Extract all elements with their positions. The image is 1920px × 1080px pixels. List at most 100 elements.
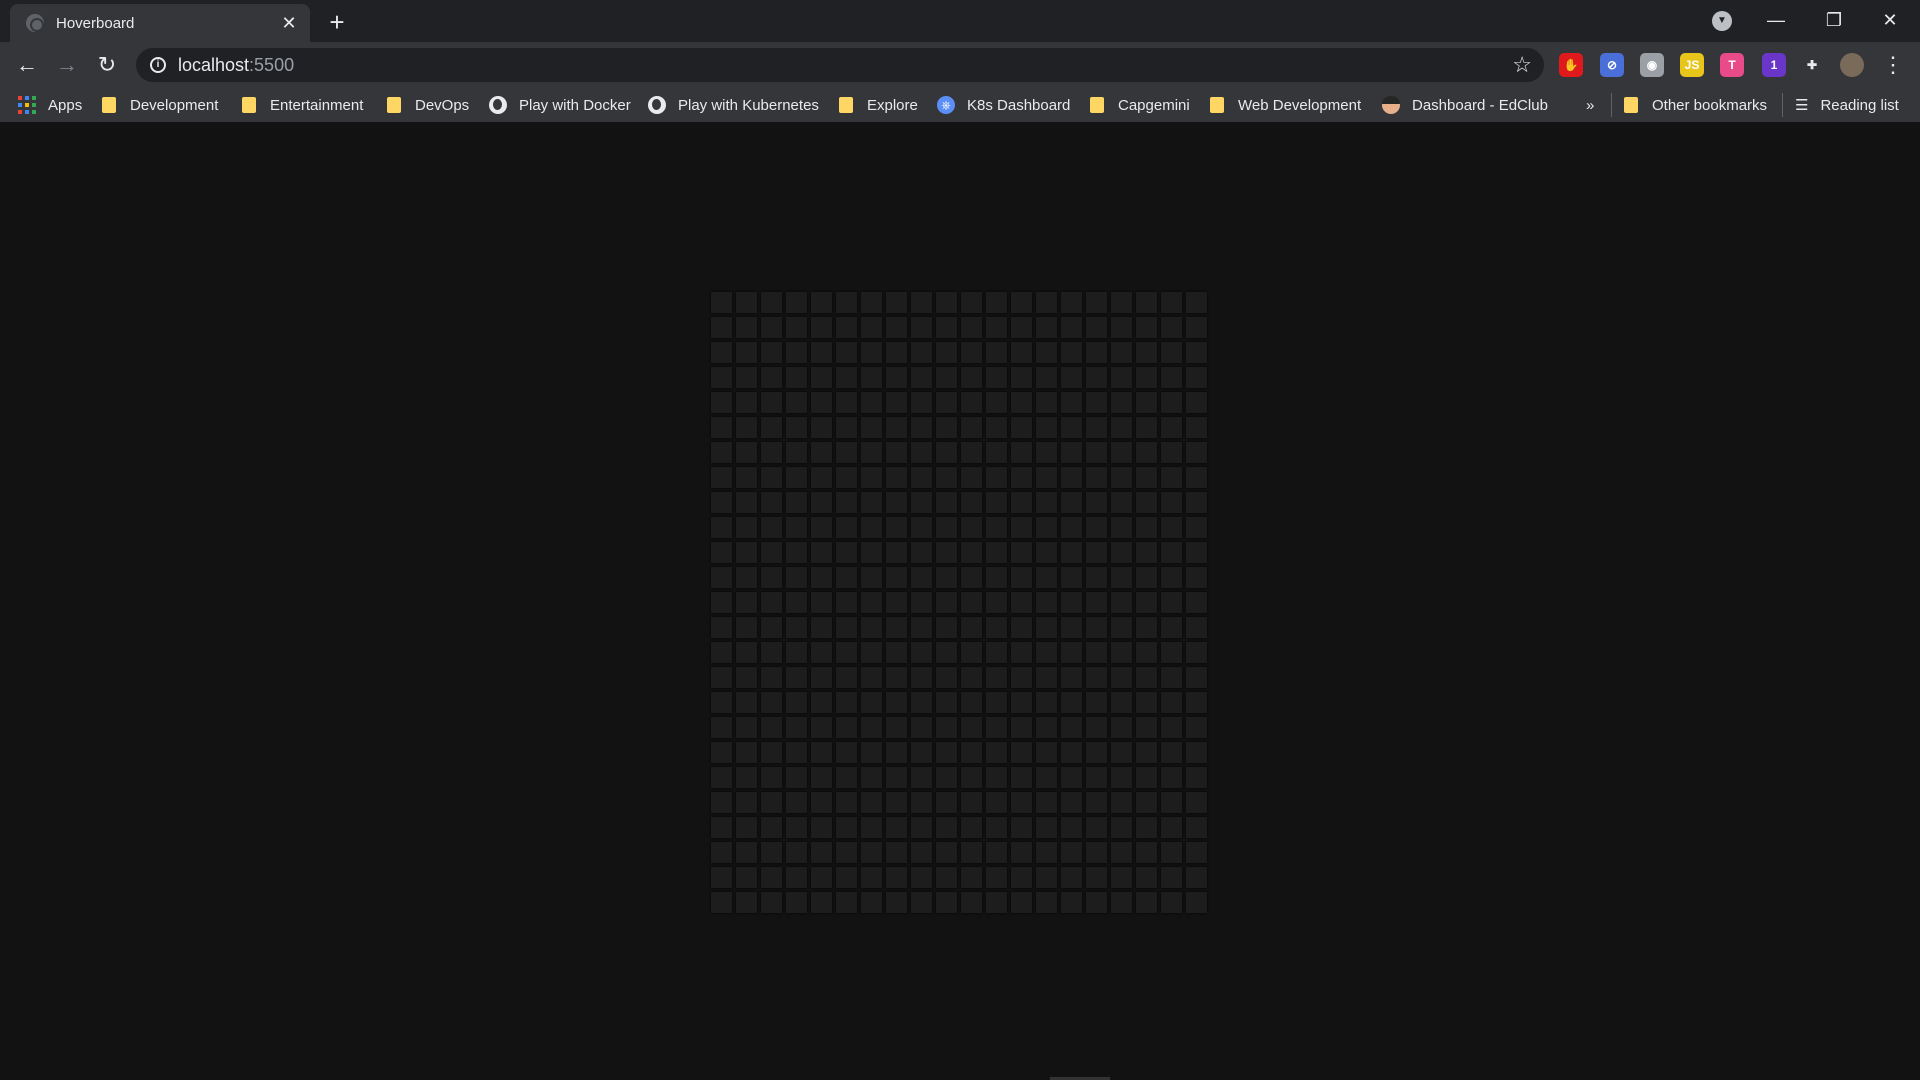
board-square[interactable] — [936, 767, 957, 788]
board-square[interactable] — [886, 292, 907, 313]
profile-avatar[interactable] — [1840, 53, 1864, 77]
board-square[interactable] — [886, 892, 907, 913]
board-square[interactable] — [861, 642, 882, 663]
board-square[interactable] — [911, 692, 932, 713]
bookmark-development[interactable]: Development — [102, 93, 218, 117]
board-square[interactable] — [711, 342, 732, 363]
board-square[interactable] — [1011, 717, 1032, 738]
board-square[interactable] — [911, 842, 932, 863]
board-square[interactable] — [786, 442, 807, 463]
board-square[interactable] — [1061, 442, 1082, 463]
board-square[interactable] — [861, 467, 882, 488]
board-square[interactable] — [1186, 442, 1207, 463]
board-square[interactable] — [736, 442, 757, 463]
board-square[interactable] — [736, 592, 757, 613]
board-square[interactable] — [1136, 867, 1157, 888]
board-square[interactable] — [736, 492, 757, 513]
board-square[interactable] — [736, 417, 757, 438]
board-square[interactable] — [886, 492, 907, 513]
board-square[interactable] — [1161, 817, 1182, 838]
board-square[interactable] — [736, 517, 757, 538]
board-square[interactable] — [861, 692, 882, 713]
board-square[interactable] — [761, 867, 782, 888]
board-square[interactable] — [786, 367, 807, 388]
board-square[interactable] — [1111, 867, 1132, 888]
board-square[interactable] — [836, 792, 857, 813]
board-square[interactable] — [736, 617, 757, 638]
board-square[interactable] — [1011, 417, 1032, 438]
board-square[interactable] — [711, 442, 732, 463]
js-icon[interactable]: JS — [1680, 53, 1704, 77]
board-square[interactable] — [961, 592, 982, 613]
board-square[interactable] — [811, 342, 832, 363]
hoverboard-grid[interactable] — [711, 292, 1211, 917]
board-square[interactable] — [936, 392, 957, 413]
board-square[interactable] — [861, 492, 882, 513]
board-square[interactable] — [836, 442, 857, 463]
board-square[interactable] — [1111, 717, 1132, 738]
board-square[interactable] — [811, 567, 832, 588]
board-square[interactable] — [986, 367, 1007, 388]
board-square[interactable] — [1161, 542, 1182, 563]
address-bar[interactable]: i localhost:5500 ☆ — [136, 48, 1544, 82]
board-square[interactable] — [1086, 517, 1107, 538]
board-square[interactable] — [986, 392, 1007, 413]
board-square[interactable] — [886, 867, 907, 888]
board-square[interactable] — [1036, 492, 1057, 513]
board-square[interactable] — [811, 592, 832, 613]
board-square[interactable] — [836, 492, 857, 513]
board-square[interactable] — [736, 867, 757, 888]
board-square[interactable] — [1061, 617, 1082, 638]
board-square[interactable] — [1061, 392, 1082, 413]
board-square[interactable] — [1086, 867, 1107, 888]
board-square[interactable] — [861, 542, 882, 563]
board-square[interactable] — [1036, 292, 1057, 313]
bookmark-dashboard-edclub[interactable]: Dashboard - EdClub — [1382, 93, 1548, 117]
board-square[interactable] — [1036, 442, 1057, 463]
url-text[interactable]: localhost:5500 — [178, 55, 294, 76]
board-square[interactable] — [1011, 892, 1032, 913]
tab-hoverboard[interactable]: Hoverboard ✕ — [10, 4, 310, 42]
board-square[interactable] — [936, 542, 957, 563]
board-square[interactable] — [711, 592, 732, 613]
board-square[interactable] — [986, 492, 1007, 513]
site-info-icon[interactable]: i — [150, 57, 166, 73]
board-square[interactable] — [1036, 567, 1057, 588]
board-square[interactable] — [1111, 792, 1132, 813]
board-square[interactable] — [1061, 517, 1082, 538]
board-square[interactable] — [1036, 792, 1057, 813]
board-square[interactable] — [1086, 292, 1107, 313]
board-square[interactable] — [711, 292, 732, 313]
bookmark-entertainment[interactable]: Entertainment — [242, 93, 363, 117]
board-square[interactable] — [836, 892, 857, 913]
board-square[interactable] — [1161, 467, 1182, 488]
board-square[interactable] — [736, 767, 757, 788]
board-square[interactable] — [986, 442, 1007, 463]
board-square[interactable] — [1036, 842, 1057, 863]
board-square[interactable] — [861, 517, 882, 538]
new-tab-button[interactable]: + — [323, 8, 351, 36]
board-square[interactable] — [811, 467, 832, 488]
board-square[interactable] — [986, 817, 1007, 838]
board-square[interactable] — [886, 792, 907, 813]
board-square[interactable] — [936, 842, 957, 863]
board-square[interactable] — [1111, 642, 1132, 663]
board-square[interactable] — [961, 342, 982, 363]
board-square[interactable] — [911, 292, 932, 313]
board-square[interactable] — [861, 442, 882, 463]
board-square[interactable] — [711, 867, 732, 888]
board-square[interactable] — [1086, 617, 1107, 638]
board-square[interactable] — [1111, 617, 1132, 638]
board-square[interactable] — [761, 417, 782, 438]
board-square[interactable] — [761, 467, 782, 488]
board-square[interactable] — [1036, 317, 1057, 338]
board-square[interactable] — [861, 342, 882, 363]
board-square[interactable] — [1161, 567, 1182, 588]
board-square[interactable] — [886, 517, 907, 538]
board-square[interactable] — [1136, 417, 1157, 438]
board-square[interactable] — [1086, 417, 1107, 438]
board-square[interactable] — [1036, 817, 1057, 838]
board-square[interactable] — [911, 892, 932, 913]
board-square[interactable] — [836, 292, 857, 313]
board-square[interactable] — [1011, 767, 1032, 788]
